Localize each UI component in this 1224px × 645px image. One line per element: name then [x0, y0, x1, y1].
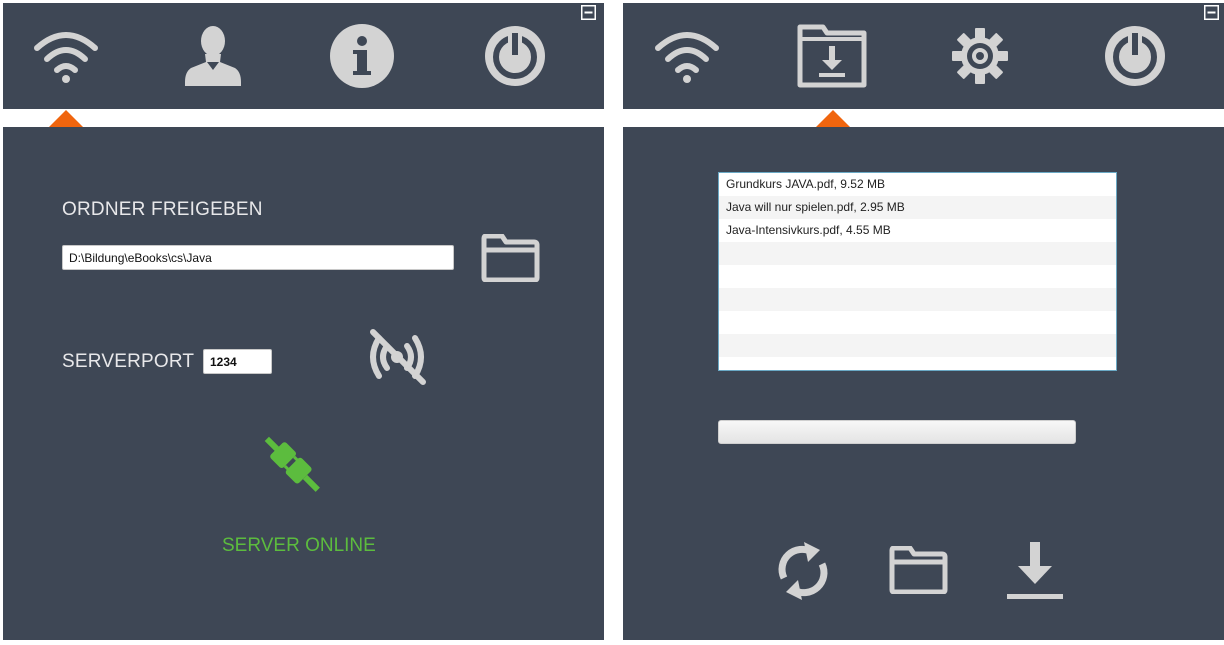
power-icon: [485, 26, 545, 86]
serverport-input[interactable]: [203, 349, 272, 374]
folder-path-input[interactable]: [62, 245, 454, 270]
user-icon: [185, 26, 241, 86]
file-list-item[interactable]: Java-Intensivkurs.pdf, 4.55 MB: [719, 219, 1116, 242]
server-toolbar: [3, 3, 604, 109]
server-status-text: SERVER ONLINE: [222, 535, 376, 556]
gear-icon: [952, 28, 1008, 84]
minimize-icon[interactable]: [581, 5, 596, 20]
open-folder-button[interactable]: [888, 545, 948, 595]
nav-downloads-button[interactable]: [797, 21, 867, 91]
connection-status-icon-wrap: [258, 430, 328, 500]
serverport-label: SERVERPORT: [62, 351, 195, 372]
file-list-item[interactable]: [719, 288, 1116, 311]
file-list-item[interactable]: [719, 334, 1116, 357]
plug-connected-icon: [264, 436, 320, 492]
toolbar-separator: [3, 109, 604, 127]
broadcast-off-icon: [370, 329, 426, 385]
wifi-icon: [655, 32, 719, 83]
file-list-item[interactable]: [719, 357, 1116, 370]
info-icon: [330, 24, 394, 88]
client-content: Grundkurs JAVA.pdf, 9.52 MB Java will nu…: [623, 127, 1224, 640]
wifi-icon: [34, 32, 98, 83]
file-list[interactable]: Grundkurs JAVA.pdf, 9.52 MB Java will nu…: [718, 172, 1117, 371]
power-icon: [1105, 26, 1165, 86]
client-toolbar: [623, 3, 1224, 109]
refresh-button[interactable]: [774, 536, 832, 606]
share-folder-label: ORDNER FREIGEBEN: [62, 199, 263, 220]
nav-user-button[interactable]: [178, 21, 248, 91]
client-panel: Grundkurs JAVA.pdf, 9.52 MB Java will nu…: [623, 3, 1224, 640]
file-list-item[interactable]: [719, 311, 1116, 334]
download-button[interactable]: [1005, 540, 1065, 602]
file-list-item[interactable]: Grundkurs JAVA.pdf, 9.52 MB: [719, 173, 1116, 196]
server-panel: ORDNER FREIGEBEN SERVERPORT: [3, 3, 604, 640]
download-icon: [1007, 542, 1063, 599]
refresh-icon: [778, 542, 828, 600]
file-list-item[interactable]: [719, 265, 1116, 288]
download-folder-icon: [797, 24, 867, 88]
toolbar-separator: [623, 109, 1224, 127]
nav-info-button[interactable]: [327, 21, 397, 91]
browse-folder-button[interactable]: [480, 233, 540, 283]
download-progress-bar: [718, 420, 1076, 444]
file-list-item[interactable]: Java will nur spielen.pdf, 2.95 MB: [719, 196, 1116, 219]
active-tab-indicator: [816, 110, 850, 127]
server-content: ORDNER FREIGEBEN SERVERPORT: [3, 127, 604, 640]
folder-icon: [481, 234, 540, 282]
nav-wifi-button[interactable]: [652, 21, 722, 91]
nav-power-button[interactable]: [1100, 21, 1170, 91]
folder-icon: [889, 546, 948, 594]
broadcast-toggle-button[interactable]: [365, 328, 429, 386]
nav-wifi-button[interactable]: [31, 21, 101, 91]
nav-settings-button[interactable]: [945, 21, 1015, 91]
file-list-item[interactable]: [719, 242, 1116, 265]
active-tab-indicator: [49, 110, 83, 127]
minimize-icon[interactable]: [1204, 5, 1219, 20]
nav-power-button[interactable]: [480, 21, 550, 91]
